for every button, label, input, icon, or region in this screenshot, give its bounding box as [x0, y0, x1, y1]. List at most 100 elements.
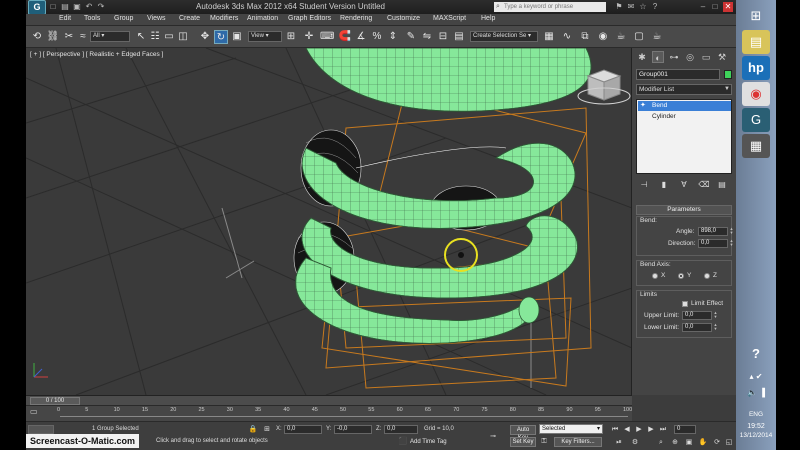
spinner-snap-icon[interactable]: ⇕	[386, 30, 400, 44]
viewport-label[interactable]: [ + ] [ Perspective ] [ Realistic + Edge…	[30, 51, 163, 58]
parameters-rollout-header[interactable]: Parameters	[636, 205, 732, 215]
modify-tab-icon[interactable]: ◐	[652, 51, 664, 63]
menu-create[interactable]: Create	[179, 15, 200, 22]
pivot-center-icon[interactable]: ⊞	[284, 30, 298, 44]
minimize-icon[interactable]: –	[698, 2, 708, 12]
zoom-icon[interactable]: ⌕	[656, 438, 666, 448]
lower-limit-spinner[interactable]: 0,0	[682, 323, 712, 332]
go-to-end-icon[interactable]: ⏭	[658, 425, 668, 435]
axis-z-radio[interactable]	[704, 273, 710, 279]
menu-group[interactable]: Group	[114, 15, 133, 22]
make-unique-icon[interactable]: ∀	[678, 179, 690, 190]
render-setup-icon[interactable]: ☕	[614, 30, 628, 44]
maxscript-listener-button[interactable]	[28, 425, 54, 434]
select-by-name-icon[interactable]: ☷	[148, 30, 162, 44]
help-taskbar-icon[interactable]: ?	[742, 342, 770, 366]
maximize-viewport-icon[interactable]: ◱	[724, 438, 734, 448]
search-input[interactable]: ⌕ Type a keyword or phrase	[494, 2, 606, 12]
display-tab-icon[interactable]: ▭	[700, 51, 712, 63]
previous-frame-icon[interactable]: ◀	[622, 425, 632, 435]
zoom-all-icon[interactable]: ⊕	[670, 438, 680, 448]
graphite-ribbon-icon[interactable]: ▦	[542, 30, 556, 44]
favorites-icon[interactable]: ☆	[638, 2, 648, 12]
keyboard-shortcut-override-icon[interactable]: ⌨	[320, 30, 334, 44]
time-slider[interactable]: 0 / 100	[26, 395, 632, 405]
menu-help[interactable]: Help	[481, 15, 495, 22]
add-time-tag-icon[interactable]: ⬛	[398, 437, 408, 447]
hp-icon[interactable]: hp	[742, 56, 770, 80]
system-tray-icon[interactable]: ▴ ✔	[742, 370, 770, 384]
time-configuration-icon[interactable]: ⚙	[630, 438, 640, 448]
select-manipulate-icon[interactable]: ✛	[302, 30, 316, 44]
menu-views[interactable]: Views	[147, 15, 166, 22]
create-tab-icon[interactable]: ✱	[636, 51, 648, 63]
edit-named-selection-icon[interactable]: ✎	[404, 30, 418, 44]
set-key-button[interactable]: Set Key	[510, 437, 536, 447]
clock-time[interactable]: 19:52	[736, 423, 776, 430]
key-selection-dropdown[interactable]: Selected ▾	[539, 424, 603, 434]
show-end-result-icon[interactable]: ▮	[658, 179, 670, 190]
selection-filter-dropdown[interactable]: All ▾	[90, 31, 130, 42]
direction-spinner-arrows[interactable]: ▲ ▼	[729, 239, 734, 248]
angle-spinner[interactable]: 898,0	[698, 227, 728, 236]
perspective-viewport[interactable]: [ + ] [ Perspective ] [ Realistic + Edge…	[26, 48, 632, 395]
render-production-icon[interactable]: ☕	[650, 30, 664, 44]
undo-icon[interactable]: ↶	[84, 2, 94, 12]
3dsmax-taskbar-icon[interactable]: G	[742, 108, 770, 132]
object-color-swatch[interactable]	[724, 70, 732, 79]
remove-modifier-icon[interactable]: ⌫	[698, 179, 710, 190]
open-file-icon[interactable]: ▤	[60, 2, 70, 12]
hierarchy-tab-icon[interactable]: ⊶	[668, 51, 680, 63]
absolute-mode-icon[interactable]: ⊞	[262, 425, 272, 435]
add-time-tag-button[interactable]: Add Time Tag	[410, 437, 447, 447]
key-filters-button[interactable]: Key Filters...	[554, 437, 602, 447]
play-icon[interactable]: ▶	[634, 425, 644, 435]
bind-space-warp-icon[interactable]: ≈	[76, 30, 90, 44]
key-mode-icon[interactable]: ⊸	[484, 432, 502, 442]
mirror-icon[interactable]: ⇋	[420, 30, 434, 44]
help-icon[interactable]: ?	[650, 2, 660, 12]
menu-graph-editors[interactable]: Graph Editors	[288, 15, 331, 22]
close-icon[interactable]: ✕	[723, 2, 733, 12]
named-selection-dropdown[interactable]: Create Selection Se ▾	[470, 31, 538, 42]
auto-key-button[interactable]: Auto Key	[510, 425, 536, 441]
stack-item-bend[interactable]: ✦ Bend	[638, 101, 731, 111]
app-logo-button[interactable]: G	[28, 0, 46, 15]
object-name-field[interactable]: Group001	[636, 69, 720, 80]
pin-stack-icon[interactable]: ⊣	[638, 179, 650, 190]
y-coordinate-field[interactable]: -0,0	[334, 425, 372, 434]
curve-editor-icon[interactable]: ∿	[560, 30, 574, 44]
menu-animation[interactable]: Animation	[247, 15, 278, 22]
schematic-view-icon[interactable]: ⧉	[578, 30, 592, 44]
calculator-icon[interactable]: ▦	[742, 134, 770, 158]
direction-spinner[interactable]: 0,0	[698, 239, 728, 248]
menu-customize[interactable]: Customize	[387, 15, 420, 22]
language-indicator[interactable]: ENG	[736, 411, 776, 418]
save-file-icon[interactable]: ▣	[72, 2, 82, 12]
angle-snap-icon[interactable]: ∡	[354, 30, 368, 44]
file-explorer-icon[interactable]: ▤	[742, 30, 770, 54]
axis-y-radio[interactable]	[678, 273, 684, 279]
lower-limit-spinner-arrows[interactable]: ▲ ▼	[713, 323, 718, 332]
subscription-icon[interactable]: ⚑	[614, 2, 624, 12]
rotate-icon[interactable]: ↻	[214, 30, 228, 44]
scale-icon[interactable]: ▣	[230, 30, 244, 44]
upper-limit-spinner[interactable]: 0,0	[682, 311, 712, 320]
align-icon[interactable]: ⊟	[436, 30, 450, 44]
stack-item-cylinder[interactable]: Cylinder	[638, 112, 731, 122]
menu-tools[interactable]: Tools	[84, 15, 100, 22]
chrome-icon[interactable]: ◉	[742, 82, 770, 106]
track-bar[interactable]: ▭ 0 5 10 15 20 25 30 35 40 45 50 55 60 65 70 75 80 85 90 95…	[26, 405, 632, 421]
windows-start-icon[interactable]: ⊞	[742, 4, 770, 28]
limit-effect-checkbox[interactable]	[682, 301, 688, 307]
pan-icon[interactable]: ✋	[698, 438, 708, 448]
select-and-link-icon[interactable]: ⛓	[46, 30, 60, 44]
move-icon[interactable]: ✥	[198, 30, 212, 44]
set-key-icon[interactable]: ⚿	[539, 437, 549, 447]
z-coordinate-field[interactable]: 0,0	[384, 425, 418, 434]
reference-coordinate-dropdown[interactable]: View ▾	[248, 31, 282, 42]
x-coordinate-field[interactable]: 0,0	[284, 425, 322, 434]
motion-tab-icon[interactable]: ◎	[684, 51, 696, 63]
menu-rendering[interactable]: Rendering	[340, 15, 372, 22]
snaps-toggle-icon[interactable]: 🧲	[338, 30, 352, 44]
